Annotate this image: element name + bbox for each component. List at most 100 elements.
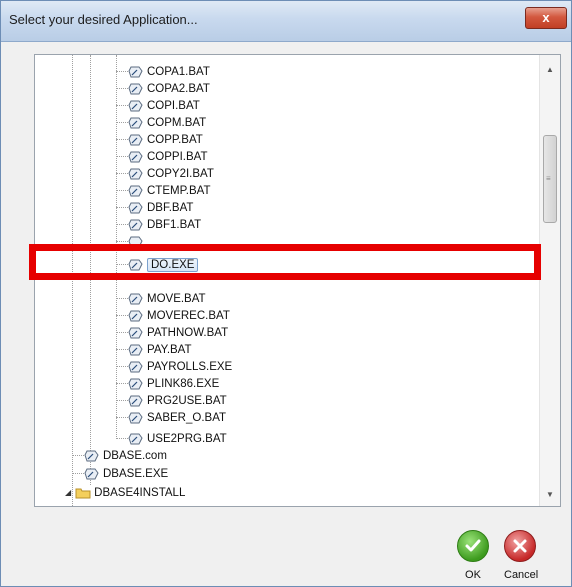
shortcut-icon xyxy=(128,412,143,423)
tree-item[interactable]: COPA1.BAT xyxy=(128,63,210,80)
grip-icon: ≡ xyxy=(546,174,551,183)
tree-item[interactable]: COPPI.BAT xyxy=(128,148,208,165)
tree-item-label: PAY.BAT xyxy=(147,343,192,356)
tree-item-label: COPI.BAT xyxy=(147,99,200,112)
shortcut-icon xyxy=(84,450,99,461)
tree-item[interactable]: SABER_O.BAT xyxy=(128,409,226,426)
tree-item[interactable]: COPA2.BAT xyxy=(128,80,210,97)
tree-branch xyxy=(116,438,128,439)
tree-branch xyxy=(116,88,128,89)
tree-branch xyxy=(72,455,84,456)
tree-item-label: DBASE4INSTALL xyxy=(94,486,186,499)
dialog-title: Select your desired Application... xyxy=(9,12,198,27)
shortcut-icon xyxy=(128,100,143,111)
shortcut-icon xyxy=(128,168,143,179)
tree-item[interactable]: MOVE.BAT xyxy=(128,290,206,307)
tree-item[interactable]: COPP.BAT xyxy=(128,131,203,148)
shortcut-icon xyxy=(128,185,143,196)
shortcut-icon xyxy=(128,327,143,338)
tree-item-label: COPP.BAT xyxy=(147,133,203,146)
ok-button[interactable]: OK xyxy=(457,530,489,581)
tree-item[interactable]: DBF1.BAT xyxy=(128,216,201,233)
tree-branch xyxy=(116,241,128,242)
tree-item-label: MOVE.BAT xyxy=(147,292,206,305)
tree-branch xyxy=(116,349,128,350)
tree-branch xyxy=(116,383,128,384)
scroll-thumb[interactable]: ≡ xyxy=(543,135,557,223)
checkmark-icon xyxy=(457,530,489,562)
tree-item[interactable]: CTEMP.BAT xyxy=(128,182,210,199)
tree-item-label: USE2PRG.BAT xyxy=(147,432,227,445)
ok-label: OK xyxy=(465,569,481,581)
shortcut-icon xyxy=(128,134,143,145)
tree-item-label: COPM.BAT xyxy=(147,116,207,129)
shortcut-icon xyxy=(128,433,143,444)
tree-item-label: DBF.BAT xyxy=(147,201,194,214)
application-tree[interactable]: COPA1.BAT COPA2.BAT COPI.BAT COPM.BAT CO… xyxy=(34,54,561,507)
tree-branch xyxy=(116,366,128,367)
tree-item-label: COPA1.BAT xyxy=(147,65,210,78)
tree-branch xyxy=(116,71,128,72)
tree-item[interactable]: PATHNOW.BAT xyxy=(128,324,228,341)
tree-item-label: COPA2.BAT xyxy=(147,82,210,95)
tree-item[interactable]: PAY.BAT xyxy=(128,341,192,358)
tree-branch xyxy=(116,156,128,157)
shortcut-icon xyxy=(128,378,143,389)
tree-item-label: DBF1.BAT xyxy=(147,218,202,231)
tree-branch xyxy=(72,473,84,474)
title-bar: Select your desired Application... x xyxy=(1,1,571,42)
tree-item-label: DBASE.EXE xyxy=(103,467,169,480)
expand-triangle-icon[interactable]: ◢ xyxy=(65,488,71,497)
tree-item-label: COPY2I.BAT xyxy=(147,167,214,180)
tree-item-label: PLINK86.EXE xyxy=(147,377,220,390)
tree-item-label: PRG2USE.BAT xyxy=(147,394,227,407)
tree-item[interactable]: DBASE.com xyxy=(84,447,167,464)
tree-item-label: PAYROLLS.EXE xyxy=(147,360,233,373)
scroll-down-icon[interactable]: ▼ xyxy=(540,486,560,504)
vertical-scrollbar[interactable]: ▲ ≡ ▼ xyxy=(539,55,560,506)
tree-item[interactable]: COPM.BAT xyxy=(128,114,206,131)
tree-branch xyxy=(116,298,128,299)
tree-item-label: SABER_O.BAT xyxy=(147,411,227,424)
scroll-up-icon[interactable]: ▲ xyxy=(540,61,560,79)
application-dialog: Select your desired Application... x COP… xyxy=(0,0,572,587)
tree-item[interactable]: PAYROLLS.EXE xyxy=(128,358,232,375)
tree-branch xyxy=(116,400,128,401)
tree-branch xyxy=(116,315,128,316)
tree-branch xyxy=(116,224,128,225)
tree-item[interactable]: MOVEREC.BAT xyxy=(128,307,230,324)
shortcut-icon xyxy=(128,219,143,230)
tree-item[interactable]: PRG2USE.BAT xyxy=(128,392,227,409)
tree-branch xyxy=(116,207,128,208)
shortcut-icon xyxy=(128,151,143,162)
tree-branch xyxy=(116,173,128,174)
tree-item[interactable]: DBF.BAT xyxy=(128,199,193,216)
highlight-box xyxy=(29,244,541,280)
tree-guide-line xyxy=(72,55,73,506)
folder-icon xyxy=(75,488,91,498)
cancel-x-icon xyxy=(504,530,536,562)
tree-item[interactable]: PLINK86.EXE xyxy=(128,375,219,392)
cancel-button[interactable]: Cancel xyxy=(504,530,538,581)
tree-branch xyxy=(116,417,128,418)
tree-item-label: PATHNOW.BAT xyxy=(147,326,229,339)
close-icon: x xyxy=(542,10,550,25)
shortcut-icon xyxy=(128,310,143,321)
shortcut-icon xyxy=(128,344,143,355)
tree-branch xyxy=(116,105,128,106)
shortcut-icon xyxy=(128,395,143,406)
tree-item[interactable]: COPI.BAT xyxy=(128,97,200,114)
tree-branch xyxy=(116,332,128,333)
tree-item-label: MOVEREC.BAT xyxy=(147,309,230,322)
tree-branch xyxy=(116,122,128,123)
close-button[interactable]: x xyxy=(525,7,567,29)
tree-item[interactable]: USE2PRG.BAT xyxy=(128,430,227,447)
cancel-label: Cancel xyxy=(504,569,539,581)
tree-branch xyxy=(116,139,128,140)
shortcut-icon xyxy=(128,117,143,128)
tree-item-label: CTEMP.BAT xyxy=(147,184,211,197)
tree-item-label: DBASE.com xyxy=(103,449,167,462)
tree-item[interactable]: COPY2I.BAT xyxy=(128,165,214,182)
tree-item-folder[interactable]: ◢ DBASE4INSTALL xyxy=(65,484,185,501)
tree-item[interactable]: DBASE.EXE xyxy=(84,465,168,482)
